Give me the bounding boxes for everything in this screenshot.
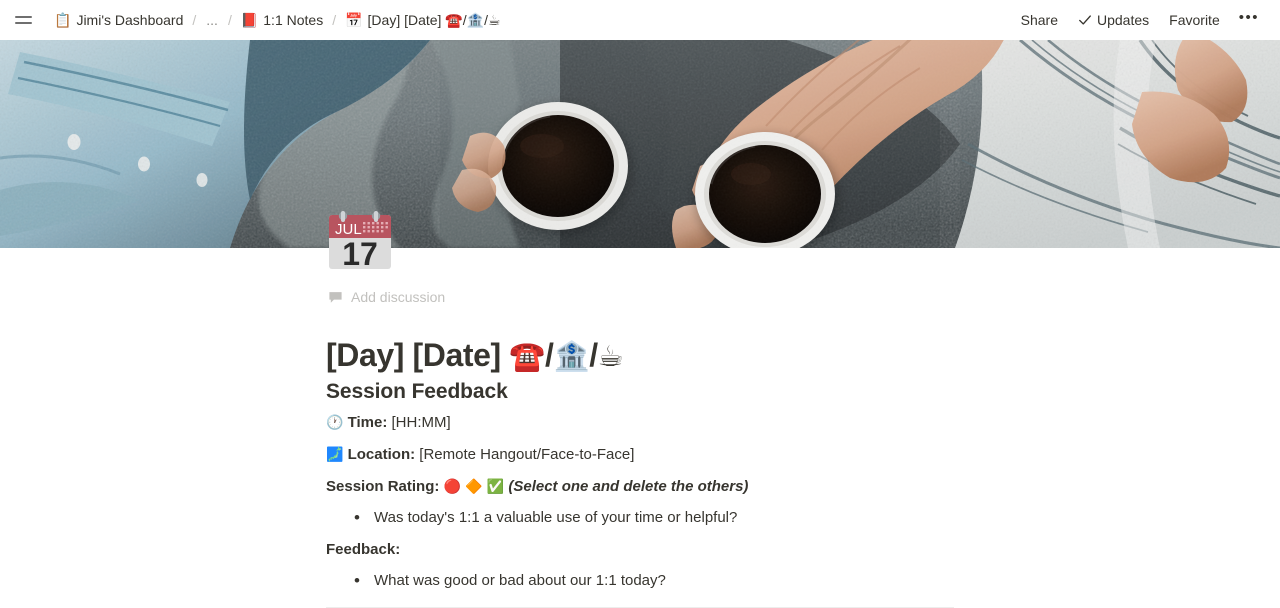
cover-illustration bbox=[0, 40, 1280, 248]
breadcrumb-separator: / bbox=[227, 12, 232, 28]
feedback-label: Feedback: bbox=[326, 541, 401, 558]
block-location[interactable]: 🗾 Location: [Remote Hangout/Face-to-Face… bbox=[326, 438, 966, 470]
coffee-emoji: ☕ bbox=[597, 341, 624, 374]
breadcrumb-label: 1:1 Notes bbox=[263, 12, 324, 28]
page-icon-calendar-emoji[interactable]: JUL 17 bbox=[326, 207, 394, 275]
time-value: [HH:MM] bbox=[391, 414, 451, 431]
add-discussion-button[interactable]: Add discussion bbox=[328, 288, 445, 306]
hamburger-menu-icon[interactable] bbox=[10, 7, 36, 33]
page-title[interactable]: [Day] [Date] ☎️/🏦/☕ bbox=[326, 334, 1126, 378]
updates-button[interactable]: Updates bbox=[1070, 7, 1157, 33]
breadcrumb-item-notes[interactable]: 📕 1:1 Notes bbox=[237, 9, 327, 31]
calendar-day-text: 17 bbox=[342, 236, 378, 272]
block-session-rating[interactable]: Session Rating: 🔴 🔶 ✅ (Select one and de… bbox=[326, 470, 966, 502]
share-button[interactable]: Share bbox=[1013, 7, 1066, 33]
top-bar-actions: Share Updates Favorite ••• bbox=[1013, 7, 1266, 33]
clipboard-emoji: 📋 bbox=[54, 12, 72, 28]
breadcrumb-separator: / bbox=[192, 12, 197, 28]
breadcrumb: 📋 Jimi's Dashboard / ... / 📕 1:1 Notes /… bbox=[50, 9, 505, 31]
section-heading-session-feedback[interactable]: Session Feedback bbox=[326, 376, 966, 406]
location-label: Location: bbox=[347, 446, 416, 463]
orange-diamond-emoji[interactable]: 🔶 bbox=[465, 478, 482, 494]
location-value: [Remote Hangout/Face-to-Face] bbox=[419, 446, 635, 463]
title-slash: / bbox=[545, 337, 554, 374]
calendar-emoji: 📅 bbox=[345, 12, 363, 28]
red-circle-emoji[interactable]: 🔴 bbox=[444, 478, 461, 494]
more-options-icon[interactable]: ••• bbox=[1232, 7, 1266, 33]
breadcrumb-item-dashboard[interactable]: 📋 Jimi's Dashboard bbox=[50, 9, 187, 31]
closed-book-emoji: 📕 bbox=[240, 12, 259, 28]
favorite-button[interactable]: Favorite bbox=[1161, 7, 1228, 33]
feedback-bullet-list: What was good or bad about our 1:1 today… bbox=[326, 566, 966, 595]
bank-emoji: 🏦 bbox=[553, 341, 590, 374]
breadcrumb-item-ellipsis[interactable]: ... bbox=[201, 10, 223, 30]
comment-icon bbox=[329, 291, 342, 303]
page-title-text: [Day] [Date] bbox=[326, 337, 510, 374]
block-time[interactable]: 🕐 Time: [HH:MM] bbox=[326, 406, 966, 438]
list-item[interactable]: What was good or bad about our 1:1 today… bbox=[354, 566, 966, 595]
cover-image[interactable] bbox=[0, 40, 1280, 248]
updates-label: Updates bbox=[1097, 12, 1150, 28]
breadcrumb-label: Jimi's Dashboard bbox=[76, 12, 184, 28]
session-rating-hint: (Select one and delete the others) bbox=[508, 478, 749, 495]
time-label: Time: bbox=[347, 414, 388, 431]
telephone-emoji: ☎️ bbox=[509, 341, 545, 374]
hamburger-line bbox=[14, 16, 32, 18]
breadcrumb-item-current-page[interactable]: 📅 [Day] [Date] ☎️/🏦/☕ bbox=[341, 9, 504, 31]
checkmark-icon bbox=[1079, 15, 1091, 25]
content-blocks: Session Feedback 🕐 Time: [HH:MM] 🗾 Locat… bbox=[326, 376, 966, 608]
rating-bullet-list: Was today's 1:1 a valuable use of your t… bbox=[326, 503, 966, 532]
session-rating-label: Session Rating: bbox=[326, 478, 440, 495]
map-emoji: 🗾 bbox=[326, 446, 344, 462]
clock-emoji: 🕐 bbox=[326, 414, 344, 430]
title-slash: / bbox=[589, 337, 598, 374]
list-item[interactable]: Was today's 1:1 a valuable use of your t… bbox=[354, 503, 966, 532]
breadcrumb-separator: / bbox=[332, 12, 337, 28]
breadcrumb-label: [Day] [Date] ☎️/🏦/☕ bbox=[367, 12, 501, 28]
add-discussion-label: Add discussion bbox=[351, 289, 446, 305]
top-bar: 📋 Jimi's Dashboard / ... / 📕 1:1 Notes /… bbox=[0, 0, 1280, 40]
block-feedback-label[interactable]: Feedback: bbox=[326, 534, 966, 565]
hamburger-line bbox=[14, 22, 32, 24]
check-mark-button-emoji[interactable]: ✅ bbox=[487, 478, 504, 494]
calendar-emoji: JUL 17 bbox=[329, 211, 391, 272]
